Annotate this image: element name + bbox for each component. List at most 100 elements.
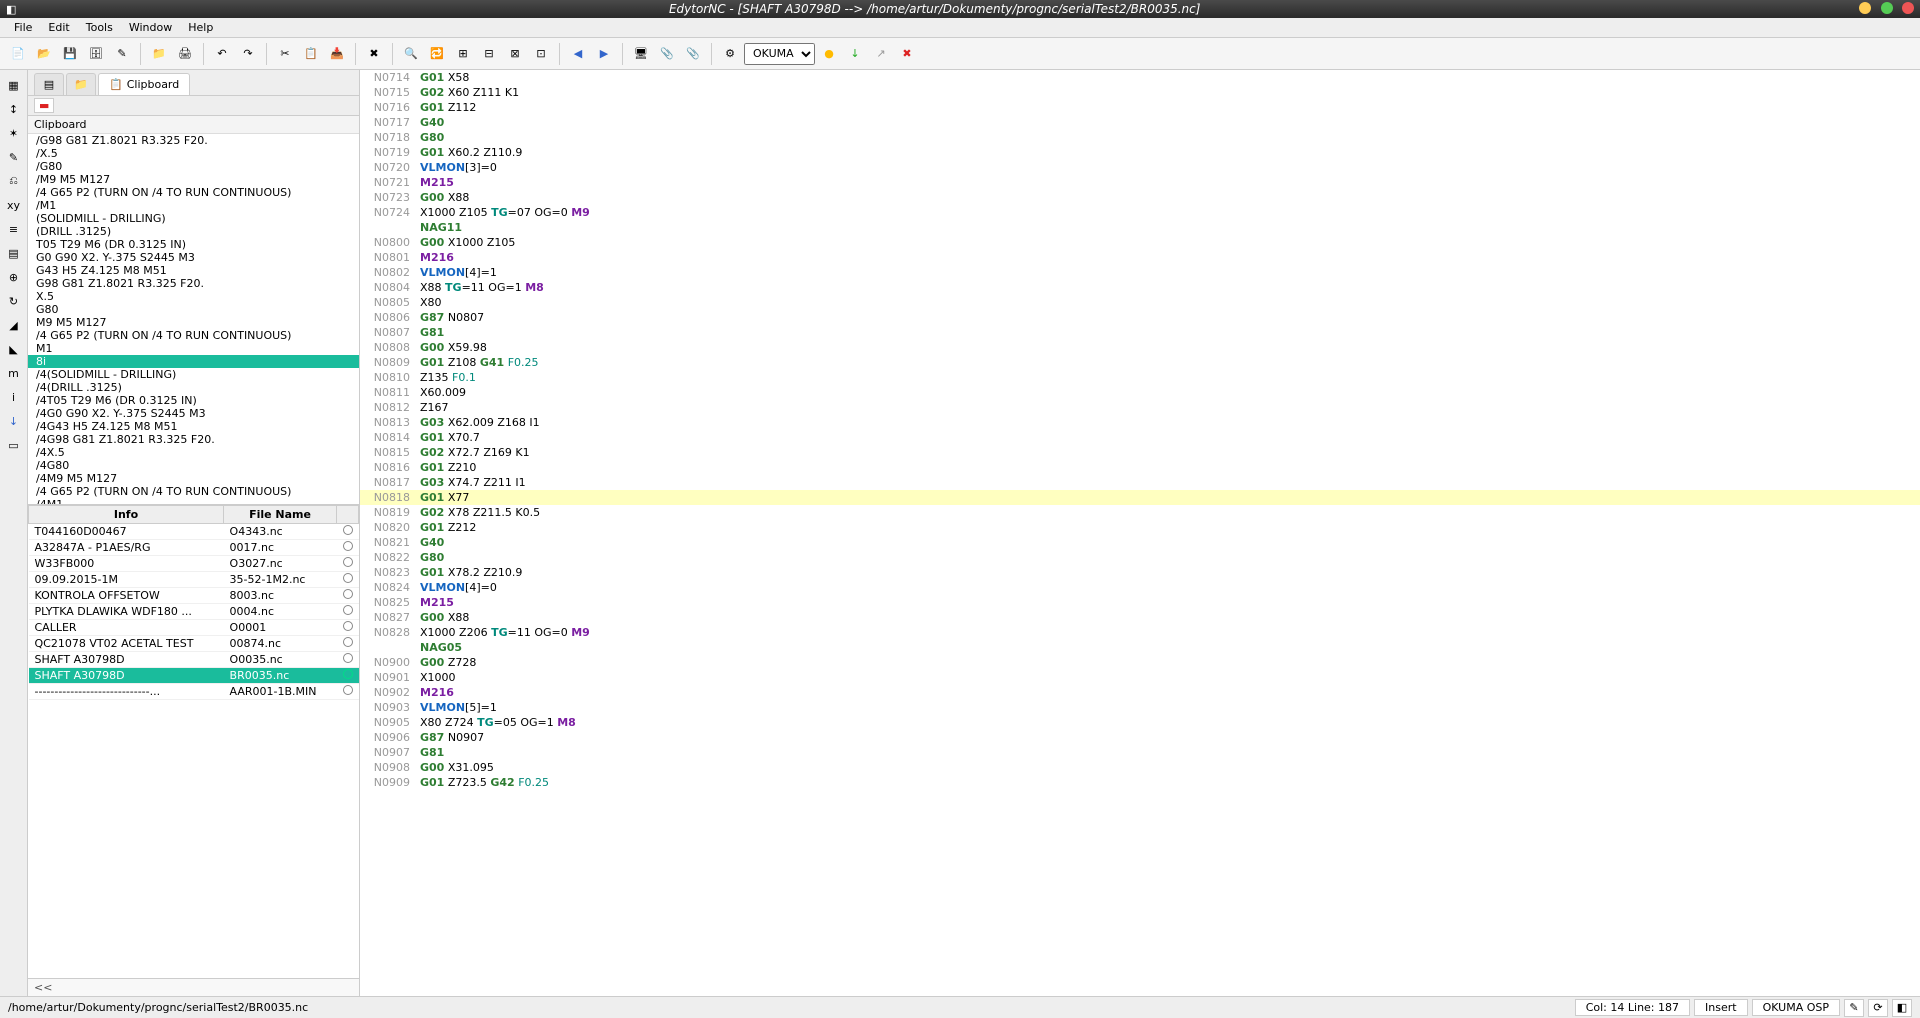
clipboard-line[interactable]: G0 G90 X2. Y-.375 S2445 M3 (28, 251, 359, 264)
code-line[interactable]: N0909G01 Z723.5 G42 F0.25 (360, 775, 1920, 790)
code-line[interactable]: N0908G00 X31.095 (360, 760, 1920, 775)
clipboard-line[interactable]: M9 M5 M127 (28, 316, 359, 329)
code-line[interactable]: N0720VLMON[3]=0 (360, 160, 1920, 175)
side-btn-2[interactable]: ↕ (3, 98, 25, 120)
file-row[interactable]: CALLERO0001 (29, 620, 359, 636)
code-line[interactable]: N0903VLMON[5]=1 (360, 700, 1920, 715)
code-line[interactable]: N0715G02 X60 Z111 K1 (360, 85, 1920, 100)
redo-button[interactable]: ↷ (236, 42, 260, 66)
code-line[interactable]: N0810Z135 F0.1 (360, 370, 1920, 385)
download-button[interactable]: ↓ (843, 42, 867, 66)
code-line[interactable]: N0824VLMON[4]=0 (360, 580, 1920, 595)
nav-fwd-button[interactable]: ▶ (592, 42, 616, 66)
minimize-button[interactable] (1859, 2, 1871, 14)
copy-button[interactable]: 📋 (299, 42, 323, 66)
col-info[interactable]: Info (29, 506, 224, 524)
clipboard-line[interactable]: /4 G65 P2 (TURN ON /4 TO RUN CONTINUOUS) (28, 186, 359, 199)
status-btn-2[interactable]: ⟳ (1868, 999, 1888, 1017)
clipboard-line[interactable]: /4G0 G90 X2. Y-.375 S2445 M3 (28, 407, 359, 420)
edit-button[interactable]: ✎ (110, 42, 134, 66)
delete-button[interactable]: ✖ (362, 42, 386, 66)
clipboard-list[interactable]: /G98 G81 Z1.8021 R3.325 F20./X.5/G80/M9 … (28, 134, 359, 504)
file-row[interactable]: SHAFT A30798DBR0035.nc (29, 668, 359, 684)
cut-button[interactable]: ✂ (273, 42, 297, 66)
code-line[interactable]: N0717G40 (360, 115, 1920, 130)
file-row[interactable]: PLYTKA DLAWIKA WDF180 ...0004.nc (29, 604, 359, 620)
code-line[interactable]: N0721M215 (360, 175, 1920, 190)
clipboard-line[interactable]: /4(DRILL .3125) (28, 381, 359, 394)
clipboard-line[interactable]: G43 H5 Z4.125 M8 M51 (28, 264, 359, 277)
save-button[interactable]: 💾 (58, 42, 82, 66)
collapse-toggle[interactable]: << (28, 978, 359, 996)
status-indicator[interactable]: ● (817, 42, 841, 66)
nav-back-button[interactable]: ◀ (566, 42, 590, 66)
side-btn-12[interactable]: ◣ (3, 338, 25, 360)
code-line[interactable]: N0801M216 (360, 250, 1920, 265)
code-line[interactable]: NAG05 (360, 640, 1920, 655)
new-file-button[interactable]: 📄 (6, 42, 30, 66)
clipboard-line[interactable]: /X.5 (28, 147, 359, 160)
code-line[interactable]: N0812Z167 (360, 400, 1920, 415)
code-editor[interactable]: N0714G01 X58N0715G02 X60 Z111 K1N0716G01… (360, 70, 1920, 996)
side-btn-16[interactable]: ▭ (3, 434, 25, 456)
code-line[interactable]: N0823G01 X78.2 Z210.9 (360, 565, 1920, 580)
file-row[interactable]: W33FB000O3027.nc (29, 556, 359, 572)
code-line[interactable]: N0827G00 X88 (360, 610, 1920, 625)
code-line[interactable]: N0907G81 (360, 745, 1920, 760)
clipboard-line[interactable]: (DRILL .3125) (28, 225, 359, 238)
side-btn-13[interactable]: m (3, 362, 25, 384)
code-line[interactable]: N0821G40 (360, 535, 1920, 550)
code-line[interactable]: N0820G01 Z212 (360, 520, 1920, 535)
code-line[interactable]: N0817G03 X74.7 Z211 I1 (360, 475, 1920, 490)
clipboard-delete-button[interactable]: ▬ (34, 98, 54, 113)
tool-button-2[interactable]: ⊟ (477, 42, 501, 66)
code-line[interactable]: N0807G81 (360, 325, 1920, 340)
find-button[interactable]: 🔍 (399, 42, 423, 66)
code-line[interactable]: N0718G80 (360, 130, 1920, 145)
clipboard-line[interactable]: G98 G81 Z1.8021 R3.325 F20. (28, 277, 359, 290)
monitor-button[interactable]: 🖥 (629, 42, 653, 66)
clipboard-line[interactable]: /4(SOLIDMILL - DRILLING) (28, 368, 359, 381)
code-line[interactable]: N0815G02 X72.7 Z169 K1 (360, 445, 1920, 460)
side-btn-10[interactable]: ↻ (3, 290, 25, 312)
side-btn-15[interactable]: ↓ (3, 410, 25, 432)
side-btn-3[interactable]: ✶ (3, 122, 25, 144)
side-btn-1[interactable]: ▦ (3, 74, 25, 96)
clipboard-line[interactable]: G80 (28, 303, 359, 316)
code-line[interactable]: N0806G87 N0807 (360, 310, 1920, 325)
file-row[interactable]: QC21078 VT02 ACETAL TEST00874.nc (29, 636, 359, 652)
code-line[interactable]: N0902M216 (360, 685, 1920, 700)
side-btn-14[interactable]: i (3, 386, 25, 408)
code-line[interactable]: NAG11 (360, 220, 1920, 235)
menu-file[interactable]: File (6, 19, 40, 36)
side-btn-6[interactable]: xy (3, 194, 25, 216)
clipboard-line[interactable]: (SOLIDMILL - DRILLING) (28, 212, 359, 225)
open-folder-button[interactable]: 📁 (147, 42, 171, 66)
undo-button[interactable]: ↶ (210, 42, 234, 66)
code-line[interactable]: N0813G03 X62.009 Z168 I1 (360, 415, 1920, 430)
code-line[interactable]: N0822G80 (360, 550, 1920, 565)
col-filename[interactable]: File Name (224, 506, 337, 524)
menu-tools[interactable]: Tools (78, 19, 121, 36)
code-line[interactable]: N0814G01 X70.7 (360, 430, 1920, 445)
side-btn-7[interactable]: ≡ (3, 218, 25, 240)
clipboard-line[interactable]: /G80 (28, 160, 359, 173)
tab-clipboard[interactable]: 📋 Clipboard (98, 73, 190, 95)
replace-button[interactable]: 🔁 (425, 42, 449, 66)
attach-edit-button[interactable]: 📎 (681, 42, 705, 66)
tool-button-4[interactable]: ⊡ (529, 42, 553, 66)
clipboard-line[interactable]: M1 (28, 342, 359, 355)
clipboard-line[interactable]: X.5 (28, 290, 359, 303)
menu-help[interactable]: Help (180, 19, 221, 36)
upload-button[interactable]: ↗ (869, 42, 893, 66)
side-btn-11[interactable]: ◢ (3, 314, 25, 336)
code-line[interactable]: N0900G00 Z728 (360, 655, 1920, 670)
code-line[interactable]: N0805X80 (360, 295, 1920, 310)
code-line[interactable]: N0811X60.009 (360, 385, 1920, 400)
clipboard-line[interactable]: /G98 G81 Z1.8021 R3.325 F20. (28, 134, 359, 147)
clipboard-line[interactable]: /4 G65 P2 (TURN ON /4 TO RUN CONTINUOUS) (28, 485, 359, 498)
clipboard-line[interactable]: /4 G65 P2 (TURN ON /4 TO RUN CONTINUOUS) (28, 329, 359, 342)
clipboard-line[interactable]: T05 T29 M6 (DR 0.3125 IN) (28, 238, 359, 251)
file-row[interactable]: -----------------------------...AAR001-1… (29, 684, 359, 700)
clipboard-line[interactable]: /4G43 H5 Z4.125 M8 M51 (28, 420, 359, 433)
